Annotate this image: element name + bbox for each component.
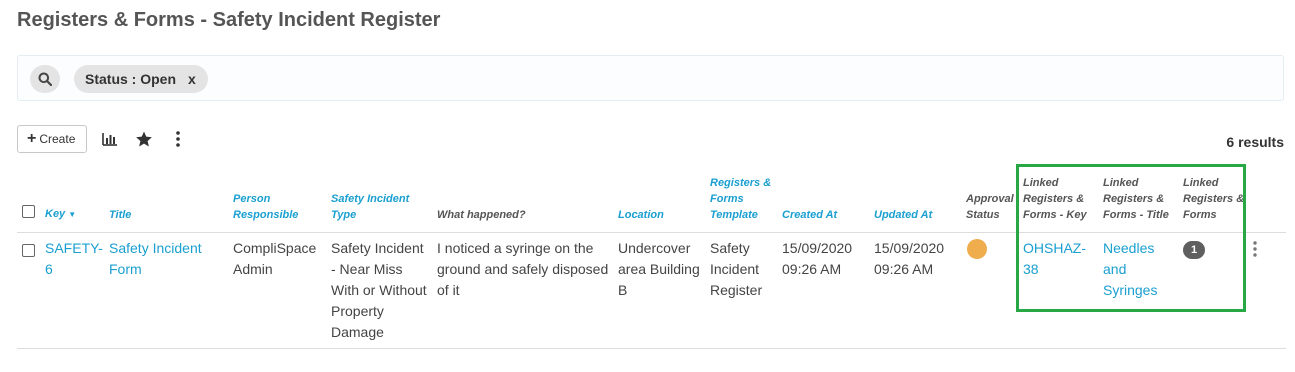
column-header-type[interactable]: Safety Incident Type	[327, 170, 433, 232]
column-header-what: What happened?	[437, 208, 526, 221]
row-actions-icon[interactable]	[1253, 238, 1282, 263]
record-key-link[interactable]: SAFETY-6	[45, 240, 103, 277]
record-title-link[interactable]: Safety Incident Form	[109, 240, 202, 277]
create-button[interactable]: + Create	[17, 125, 87, 153]
star-icon[interactable]	[133, 128, 155, 150]
template-name: Safety Incident Register	[710, 239, 763, 298]
column-header-created[interactable]: Created At	[778, 170, 870, 232]
column-header-template[interactable]: Registers & Forms Template	[706, 170, 778, 232]
created-at: 15/09/2020 09:26 AM	[782, 239, 853, 277]
what-happened: I noticed a syringe on the ground and sa…	[437, 239, 609, 298]
column-header-location[interactable]: Location	[614, 170, 706, 232]
updated-at: 15/09/2020 09:26 AM	[874, 239, 945, 277]
search-icon	[38, 72, 52, 86]
column-header-approval: Approval Status	[966, 192, 1014, 221]
plus-icon: +	[27, 130, 37, 147]
column-header-updated[interactable]: Updated At	[870, 170, 962, 232]
create-button-label: Create	[39, 132, 76, 146]
person-responsible: CompliSpace Admin	[233, 239, 317, 277]
column-header-title[interactable]: Title	[105, 170, 229, 232]
row-checkbox[interactable]	[22, 243, 35, 257]
approval-status-icon	[967, 238, 987, 259]
linked-count-badge[interactable]: 1	[1183, 240, 1205, 259]
chart-icon[interactable]	[99, 128, 121, 150]
column-header-key[interactable]: Key ▼	[41, 170, 105, 232]
remove-filter-button[interactable]: x	[188, 71, 196, 87]
column-header-linked-title: Linked Registers & Forms - Title	[1103, 176, 1169, 221]
column-header-linked-key: Linked Registers & Forms - Key	[1023, 176, 1087, 221]
table-header-row: Key ▼ Title Person Responsible Safety In…	[17, 170, 1286, 232]
register-table: Key ▼ Title Person Responsible Safety In…	[17, 170, 1286, 349]
location: Undercover area Building B	[618, 239, 700, 298]
search-button[interactable]	[30, 65, 60, 93]
table-row: SAFETY-6 Safety Incident Form CompliSpac…	[17, 232, 1286, 348]
page-title: Registers & Forms - Safety Incident Regi…	[17, 9, 441, 31]
linked-title-link[interactable]: Needles and Syringes	[1103, 240, 1157, 298]
column-header-linked-count: Linked Registers & Forms	[1183, 176, 1245, 221]
column-header-person[interactable]: Person Responsible	[229, 170, 327, 232]
sort-desc-icon: ▼	[68, 209, 77, 219]
status-filter-chip: Status : Open x	[74, 65, 208, 93]
incident-type: Safety Incident - Near Miss With or With…	[331, 239, 427, 340]
results-count: 6 results	[1226, 134, 1284, 150]
filter-bar: Status : Open x	[17, 55, 1284, 101]
more-options-icon[interactable]	[167, 128, 189, 150]
select-all-checkbox[interactable]	[22, 204, 35, 218]
toolbar: + Create	[17, 124, 189, 154]
status-filter-label: Status : Open	[85, 71, 177, 87]
linked-key-link[interactable]: OHSHAZ-38	[1023, 240, 1086, 277]
